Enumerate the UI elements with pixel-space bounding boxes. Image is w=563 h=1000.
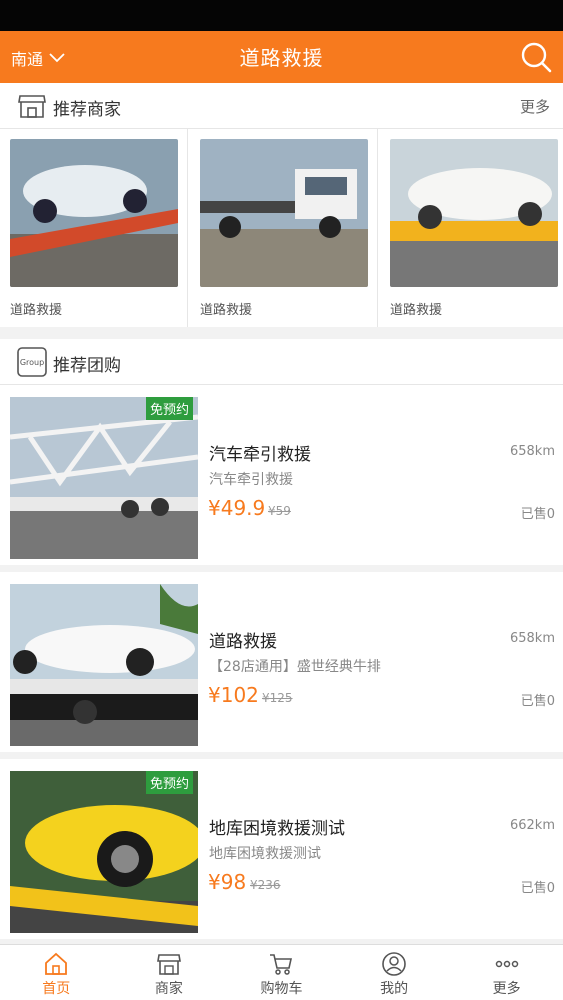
- home-icon: [45, 952, 68, 975]
- deal-sold-count: 已售0: [520, 881, 555, 896]
- search-icon[interactable]: [519, 40, 553, 74]
- shop-photo: [10, 139, 178, 287]
- svg-text:Group: Group: [20, 358, 44, 367]
- deal-photo: [10, 771, 198, 933]
- shop-card[interactable]: 道路救援: [0, 129, 188, 327]
- shops-section-title: 推荐商家: [53, 100, 121, 120]
- shop-photo: [200, 139, 368, 287]
- deals-section-title: 推荐团购: [53, 356, 121, 376]
- shop-name: 道路救援: [390, 303, 443, 318]
- deal-distance: 662km: [509, 818, 555, 833]
- more-icon: [495, 960, 518, 968]
- no-reservation-badge: 免预约: [146, 397, 194, 420]
- deal-distance: 658km: [509, 631, 555, 646]
- bottom-tab-bar: 首页 商家 购物车 我的 更多: [0, 944, 563, 1000]
- cart-icon: [270, 954, 293, 975]
- tab-mine[interactable]: 我的: [338, 945, 451, 1000]
- deal-price: ¥98: [208, 870, 247, 894]
- tab-shops-label: 商家: [154, 981, 183, 997]
- tab-mine-label: 我的: [380, 981, 409, 997]
- tab-more[interactable]: 更多: [450, 945, 563, 1000]
- deal-item[interactable]: 免预约 地库困境救援测试 地库困境救援测试 ¥98 ¥236 662km 已售0: [0, 759, 563, 939]
- deal-price: ¥102: [208, 683, 259, 707]
- deal-sold-count: 已售0: [520, 694, 555, 709]
- store-icon: [18, 95, 46, 118]
- app-header: 南通 道路救援: [0, 31, 563, 83]
- deal-item[interactable]: 免预约 汽车牵引救援 汽车牵引救援 ¥49.9 ¥59 658km 已售0: [0, 385, 563, 565]
- no-reservation-badge: 免预约: [146, 771, 194, 794]
- shop-name: 道路救援: [10, 303, 63, 318]
- tab-home-label: 首页: [42, 981, 71, 997]
- deal-name: 汽车牵引救援: [209, 445, 311, 465]
- group-icon: Group: [17, 347, 47, 377]
- shops-section-header: 推荐商家 更多: [0, 83, 563, 129]
- deals-section-header: Group 推荐团购: [0, 339, 563, 385]
- deal-item[interactable]: 道路救援 【28店通用】盛世经典牛排 ¥102 ¥125 658km 已售0: [0, 572, 563, 752]
- deal-photo: [10, 397, 198, 559]
- tab-home[interactable]: 首页: [0, 945, 113, 1000]
- shop-name: 道路救援: [200, 303, 253, 318]
- shop-photo: [390, 139, 558, 287]
- tab-more-label: 更多: [492, 981, 521, 997]
- tab-cart[interactable]: 购物车: [225, 945, 338, 1000]
- deal-original-price: ¥59: [268, 504, 291, 518]
- deal-name: 地库困境救援测试: [209, 819, 345, 839]
- deal-original-price: ¥125: [262, 691, 293, 705]
- shop-card[interactable]: 道路救援: [380, 129, 563, 327]
- deal-description: 汽车牵引救援: [209, 472, 293, 488]
- store-icon: [156, 954, 181, 975]
- status-bar: [0, 0, 563, 31]
- deal-price: ¥49.9: [208, 496, 266, 520]
- deal-sold-count: 已售0: [520, 507, 555, 522]
- tab-cart-label: 购物车: [260, 981, 303, 997]
- deal-name: 道路救援: [209, 632, 277, 652]
- tab-shops[interactable]: 商家: [113, 945, 226, 1000]
- deal-description: 【28店通用】盛世经典牛排: [209, 659, 381, 675]
- deal-description: 地库困境救援测试: [209, 846, 321, 862]
- shops-list: 道路救援 道路救援 道路救援: [0, 129, 563, 327]
- user-icon: [382, 952, 406, 976]
- shop-card[interactable]: 道路救援: [190, 129, 378, 327]
- more-shops-link[interactable]: 更多: [520, 96, 550, 117]
- deal-original-price: ¥236: [250, 878, 281, 892]
- deal-photo: [10, 584, 198, 746]
- page-title: 道路救援: [239, 46, 324, 70]
- deal-distance: 658km: [509, 444, 555, 459]
